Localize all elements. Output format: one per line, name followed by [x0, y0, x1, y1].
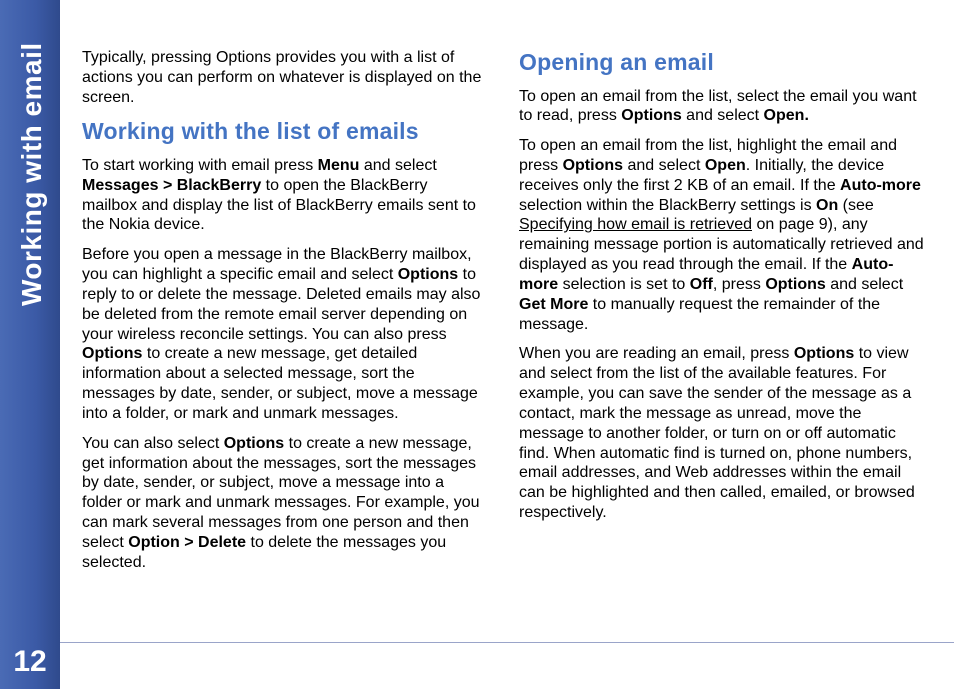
list-paragraph-1: To start working with email press Menu a… — [82, 156, 487, 235]
intro-paragraph: Typically, pressing Options provides you… — [82, 48, 487, 107]
content-area: Typically, pressing Options provides you… — [82, 48, 924, 583]
list-paragraph-3: You can also select Options to create a … — [82, 434, 487, 573]
open-paragraph-1: To open an email from the list, select t… — [519, 87, 924, 127]
right-column: Opening an email To open an email from t… — [519, 48, 924, 583]
section-heading-list: Working with the list of emails — [82, 117, 487, 146]
open-paragraph-3: When you are reading an email, press Opt… — [519, 344, 924, 522]
cross-reference-link[interactable]: Specifying how email is retrieved — [519, 216, 752, 233]
page-number: 12 — [0, 645, 60, 679]
list-paragraph-2: Before you open a message in the BlackBe… — [82, 245, 487, 423]
footer-rule — [60, 642, 954, 643]
left-column: Typically, pressing Options provides you… — [82, 48, 487, 583]
open-paragraph-2: To open an email from the list, highligh… — [519, 136, 924, 334]
section-heading-open: Opening an email — [519, 48, 924, 77]
side-rail: Working with email 12 — [0, 0, 60, 689]
chapter-title: Working with email — [16, 42, 48, 306]
